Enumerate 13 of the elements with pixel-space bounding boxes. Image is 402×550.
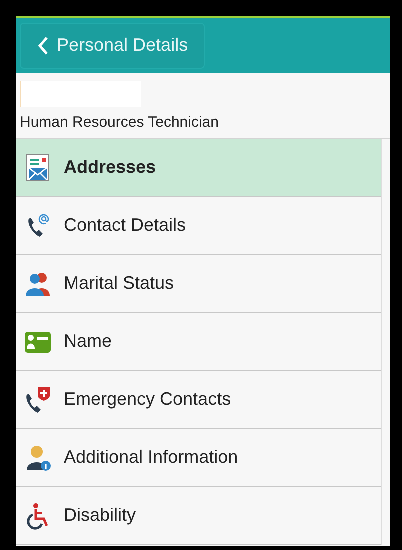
menu-label: Disability: [64, 505, 136, 526]
job-title: Human Resources Technician: [20, 114, 220, 132]
menu-label: Name: [64, 331, 112, 352]
menu-label: Addresses: [64, 157, 156, 178]
person-info-icon: [24, 444, 52, 472]
menu-label: Emergency Contacts: [64, 389, 232, 410]
menu-item[interactable]: Addresses: [16, 139, 381, 197]
chevron-left-icon: [37, 36, 49, 56]
menu-label: Additional Information: [64, 447, 238, 468]
menu-label: Contact Details: [64, 215, 186, 236]
address-card-icon: [24, 154, 52, 182]
phone-cross-icon: [24, 386, 52, 414]
menu-label: Marital Status: [64, 273, 174, 294]
